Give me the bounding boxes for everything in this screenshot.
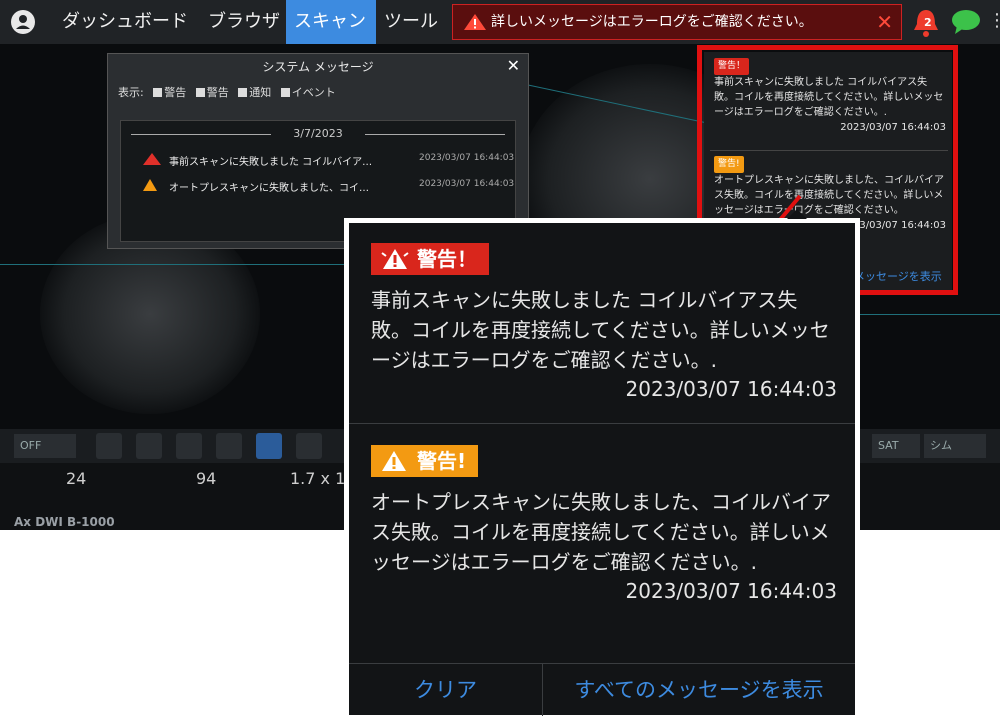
notification-text: オートプレスキャンに失敗しました、コイルバイアス失敗。コイルを再度接続してくださ… <box>371 490 831 574</box>
refresh-icon[interactable] <box>256 433 282 459</box>
close-icon[interactable]: ✕ <box>507 56 520 75</box>
date-header: 3/7/2023 <box>131 127 505 140</box>
message-time: 2023/03/07 16:44:03 <box>419 153 515 163</box>
warning-siren-icon <box>381 249 409 269</box>
message-text: オートプレスキャンに失敗しました、コイ… <box>169 183 369 194</box>
notification-item[interactable]: 警告！ 事前スキャンに失敗しました コイルバイアス失敗。コイルを再度接続してくだ… <box>371 243 837 401</box>
notification-text: 事前スキャンに失敗しました コイルバイアス失敗。コイルを再度接続してください。詳… <box>371 288 830 372</box>
close-icon[interactable]: ✕ <box>876 5 893 39</box>
param-value: 24 <box>66 469 87 488</box>
alert-banner[interactable]: 詳しいメッセージはエラーログをご確認ください。 ✕ <box>452 4 902 40</box>
top-bar: ダッシュボード ブラウザ スキャン ツール 詳しいメッセージはエラーログをご確認… <box>0 0 1000 44</box>
param-value: 94 <box>196 469 217 488</box>
coil-icon[interactable] <box>96 433 122 459</box>
sequence-name: Ax DWI B-1000 <box>14 515 115 529</box>
dialog-title: システム メッセージ <box>262 60 374 74</box>
off-button[interactable]: OFF <box>14 434 76 458</box>
nav-browser[interactable]: ブラウザ <box>200 0 288 44</box>
notification-time: 2023/03/07 16:44:03 <box>625 377 837 401</box>
scan-line <box>860 314 1000 315</box>
warning-siren-icon <box>464 14 486 30</box>
notification-count: 2 <box>924 16 932 29</box>
message-time: 2023/03/07 16:44:03 <box>419 179 515 189</box>
user-logo-icon[interactable] <box>10 9 36 35</box>
warning-badge: 警告！ <box>371 243 489 275</box>
warning-triangle-icon <box>382 451 406 471</box>
checkbox[interactable] <box>153 88 163 97</box>
shim-select[interactable]: シム <box>924 434 986 458</box>
checkbox[interactable] <box>238 88 248 97</box>
filter-label: 表示: <box>118 86 144 99</box>
popup-footer: クリア すべてのメッセージを表示 <box>349 663 855 716</box>
notification-item[interactable]: 警告! オートプレスキャンに失敗しました、コイルバイアス失敗。コイルを再度接続し… <box>371 445 837 603</box>
fov-icon[interactable] <box>296 433 322 459</box>
checkbox[interactable] <box>195 88 205 97</box>
filter-caution: 警告 <box>206 86 229 99</box>
warning-badge: 警告! <box>371 445 479 477</box>
badge-label: 警告! <box>417 449 467 473</box>
popup-pointer <box>787 209 807 219</box>
nav-scan[interactable]: スキャン <box>286 0 376 44</box>
chat-icon[interactable] <box>951 9 981 35</box>
badge-label: 警告！ <box>417 247 477 271</box>
show-all-messages-button[interactable]: すべてのメッセージを表示 <box>543 664 855 716</box>
clear-button[interactable]: クリア <box>349 664 542 716</box>
param-value: 1.7 x 1. <box>290 469 351 488</box>
filter-warning: 警告 <box>164 86 187 99</box>
sun-icon[interactable] <box>216 433 242 459</box>
notification-time: 2023/03/07 16:44:03 <box>625 579 837 603</box>
sat-icon[interactable] <box>136 433 162 459</box>
nav-dashboard[interactable]: ダッシュボード <box>54 0 196 44</box>
notification-popup: 警告！ 事前スキャンに失敗しました コイルバイアス失敗。コイルを再度接続してくだ… <box>344 209 860 720</box>
nav-tools[interactable]: ツール <box>376 0 446 44</box>
pill-icon[interactable] <box>176 433 202 459</box>
warning-triangle-icon <box>143 179 157 191</box>
alert-text: 詳しいメッセージはエラーログをご確認ください。 <box>491 14 813 30</box>
filter-event: イベント <box>291 86 336 99</box>
list-item[interactable]: オートプレスキャンに失敗しました、コイ… 2023/03/07 16:44:03 <box>143 179 514 194</box>
divider <box>349 423 855 424</box>
filter-row: 表示: 警告 警告 通知 イベント <box>118 84 336 100</box>
filter-notice: 通知 <box>249 86 272 99</box>
more-menu-icon[interactable]: ⋮ <box>988 10 1000 31</box>
warning-siren-icon <box>143 153 161 165</box>
list-item[interactable]: 事前スキャンに失敗しました コイルバイア… 2023/03/07 16:44:0… <box>143 153 514 168</box>
message-text: 事前スキャンに失敗しました コイルバイア… <box>169 157 373 168</box>
checkbox[interactable] <box>280 88 290 97</box>
sat-select[interactable]: SAT <box>872 434 920 458</box>
